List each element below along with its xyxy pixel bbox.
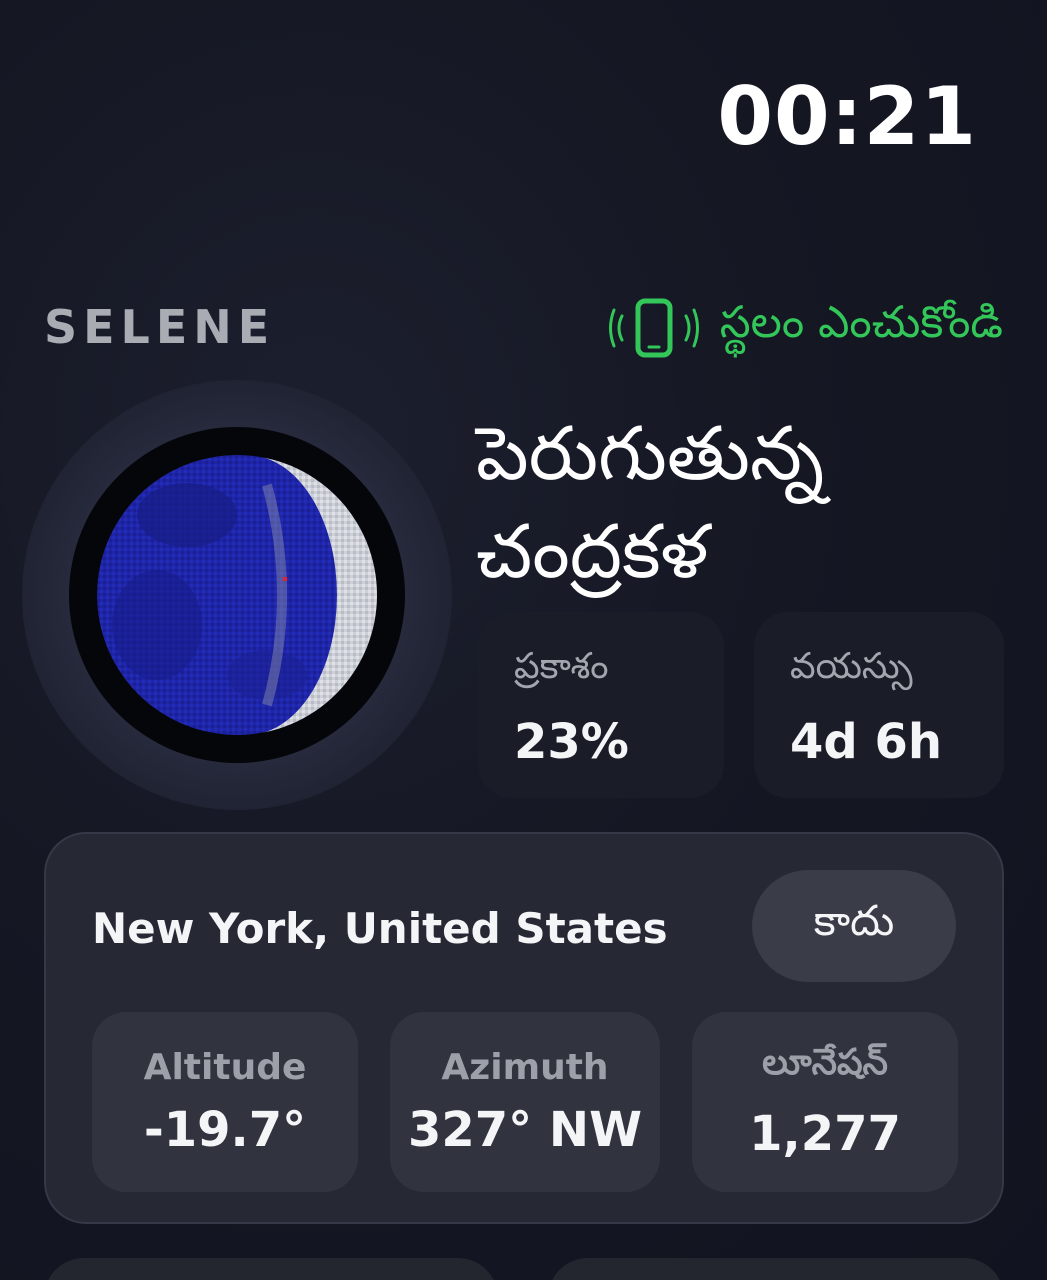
azimuth-card: Azimuth 327° NW [390, 1012, 660, 1192]
age-value: 4d 6h [790, 714, 943, 770]
illumination-card: ప్రకాశం 23% [478, 612, 724, 798]
bottom-card-left [44, 1258, 498, 1280]
location-name: New York, United States [92, 904, 668, 953]
age-label: వయస్సు [790, 646, 913, 687]
phase-name: పెరుగుతున్న చంద్రకళ [476, 411, 824, 595]
age-card: వయస్సు 4d 6h [754, 612, 1004, 798]
lunation-label: లూనేషన్ [762, 1042, 888, 1083]
status-time: 00:21 [717, 70, 977, 163]
moon-phase-visual [22, 380, 452, 810]
lunation-card: లూనేషన్ 1,277 [692, 1012, 958, 1192]
dismiss-button[interactable]: కాదు [752, 870, 956, 982]
select-location-label: స్థలం ఎంచుకోండి [719, 297, 1003, 348]
illumination-value: 23% [514, 714, 629, 770]
location-card: New York, United States కాదు Altitude -1… [44, 832, 1004, 1224]
moon-app-screen: 00:21 SELENE స్థలం ఎంచుకోండి పెరుగుతున్న… [0, 0, 1047, 1280]
app-name: SELENE [44, 300, 276, 354]
moon-illustration [69, 427, 405, 763]
altitude-card: Altitude -19.7° [92, 1012, 358, 1192]
azimuth-value: 327° NW [407, 1101, 643, 1158]
altitude-value: -19.7° [143, 1101, 307, 1158]
lunation-value: 1,277 [749, 1106, 901, 1162]
phone-vibrate-icon [608, 298, 699, 358]
illumination-label: ప్రకాశం [514, 646, 609, 687]
azimuth-label: Azimuth [441, 1046, 609, 1088]
altitude-label: Altitude [143, 1046, 307, 1088]
bottom-card-right [548, 1258, 1004, 1280]
select-location-button[interactable]: స్థలం ఎంచుకోండి [608, 296, 1003, 360]
